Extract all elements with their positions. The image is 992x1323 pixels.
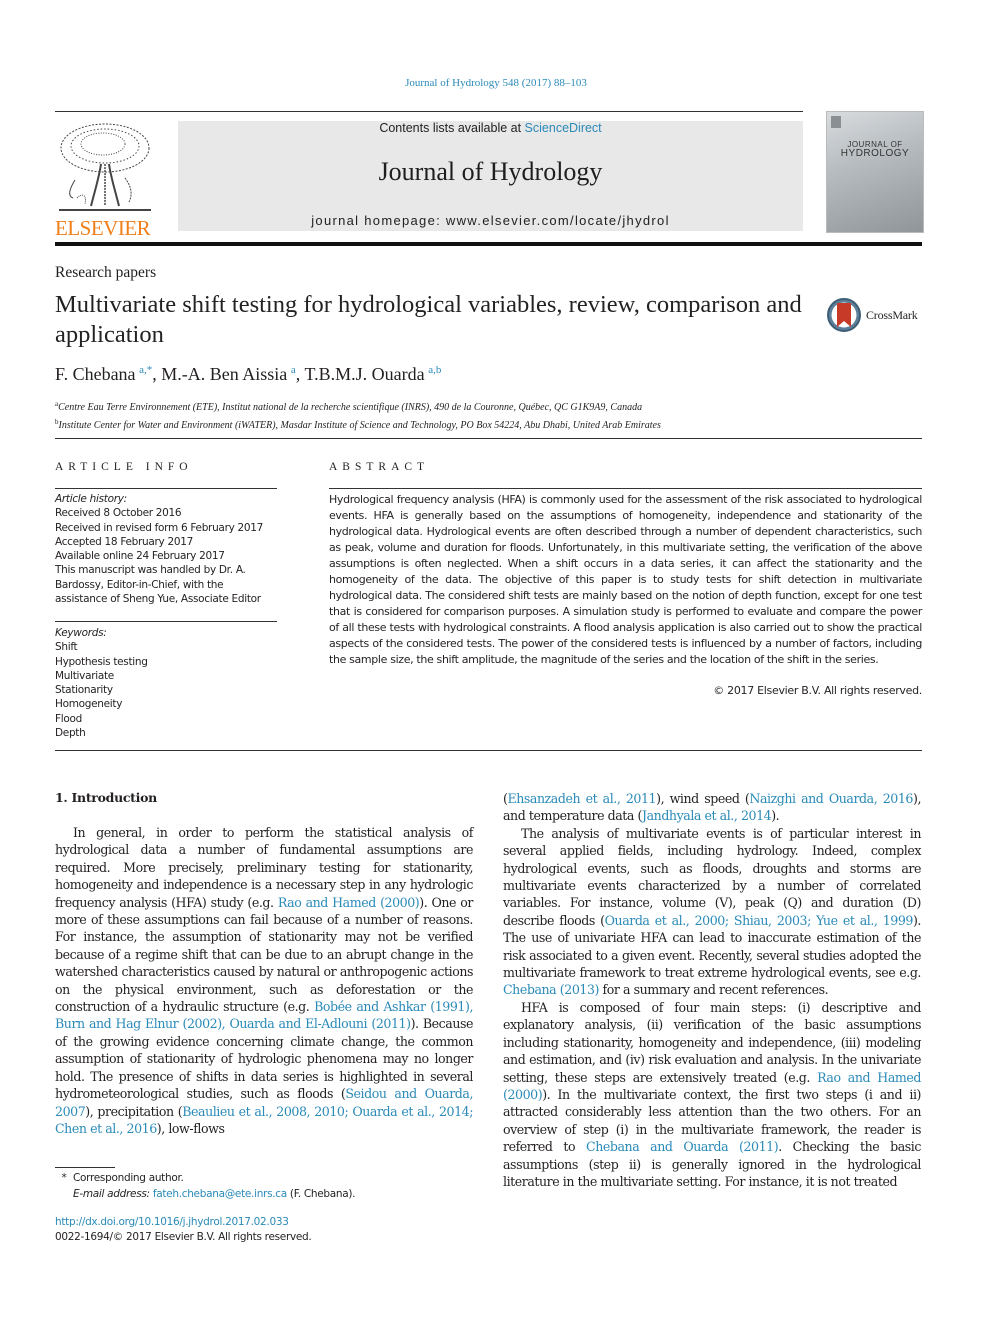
article-history: Article history: Received 8 October 2016…: [55, 492, 277, 606]
citation-link[interactable]: Ouarda et al., 2000; Shiau, 2003; Yue et…: [605, 913, 914, 928]
abstract-heading: ABSTRACT: [329, 461, 430, 473]
citation-link[interactable]: Rao and Hamed (2000): [278, 895, 420, 910]
contents-line: Contents lists available at ScienceDirec…: [178, 121, 803, 135]
section-heading-introduction: 1. Introduction: [55, 790, 157, 805]
keyword-item: Hypothesis testing: [55, 655, 148, 668]
keyword-item: Flood: [55, 712, 82, 725]
history-item: Accepted 18 February 2017: [55, 535, 194, 548]
citation-link[interactable]: Naizghi and Ouarda, 2016: [749, 791, 913, 806]
author-affiliation-mark[interactable]: a,*: [139, 364, 152, 376]
paragraph: The analysis of multivariate events is o…: [503, 825, 921, 999]
header-top-rule: [55, 111, 803, 112]
divider: [55, 621, 277, 622]
text-run: ).: [771, 808, 780, 824]
text-run: ), wind speed (: [656, 791, 750, 806]
paragraph: (Ehsanzadeh et al., 2011), wind speed (N…: [503, 790, 921, 825]
author-list: F. Chebana a,*, M.-A. Ben Aissia a, T.B.…: [55, 364, 442, 384]
contents-prefix: Contents lists available at: [379, 121, 525, 135]
issn-line: 0022-1694/© 2017 Elsevier B.V. All right…: [55, 1231, 312, 1243]
email-suffix: (F. Chebana).: [286, 1188, 356, 1200]
keywords-label: Keywords:: [55, 627, 107, 639]
keyword-item: Stationarity: [55, 684, 113, 697]
text-run: ), low-flows: [156, 1120, 225, 1136]
history-item: Available online 24 February 2017: [55, 550, 225, 563]
email-label: E-mail address:: [73, 1188, 153, 1200]
citation-link[interactable]: Chebana (2013): [503, 982, 599, 997]
history-item: Received 8 October 2016: [55, 507, 182, 520]
citation-link[interactable]: Jandhyala et al., 2014: [642, 808, 772, 823]
header-bottom-rule: [55, 242, 922, 246]
citation-link[interactable]: Chebana and Ouarda (2011): [586, 1139, 779, 1154]
footnote-mark: *: [61, 1172, 67, 1184]
divider: [55, 438, 922, 439]
cover-title: JOURNAL OF HYDROLOGY: [831, 140, 919, 159]
doi-block: http://dx.doi.org/10.1016/j.jhydrol.2017…: [55, 1215, 312, 1245]
keyword-item: Multivariate: [55, 669, 114, 682]
text-run: ), precipitation (: [85, 1103, 183, 1119]
journal-homepage[interactable]: journal homepage: www.elsevier.com/locat…: [178, 213, 803, 228]
elsevier-logo[interactable]: ELSEVIER: [55, 118, 155, 240]
author-name[interactable]: M.-A. Ben Aissia: [161, 364, 287, 384]
keyword-item: Shift: [55, 641, 78, 654]
journal-cover-image[interactable]: JOURNAL OF HYDROLOGY: [826, 111, 924, 233]
paragraph: HFA is composed of four main steps: (i) …: [503, 999, 921, 1190]
keyword-item: Homogeneity: [55, 698, 123, 711]
sciencedirect-link[interactable]: ScienceDirect: [525, 121, 602, 135]
article-info-heading: ARTICLE INFO: [55, 461, 193, 473]
abstract-copyright: © 2017 Elsevier B.V. All rights reserved…: [713, 684, 922, 697]
citation-link[interactable]: Ehsanzadeh et al., 2011: [507, 791, 656, 806]
affiliation-text: Centre Eau Terre Environnement (ETE), In…: [58, 402, 643, 413]
footnote-text: Corresponding author.: [73, 1172, 184, 1184]
email-link[interactable]: fateh.chebana@ete.inrs.ca: [153, 1188, 287, 1200]
affiliation-text: Institute Center for Water and Environme…: [58, 420, 661, 431]
cover-title-line2: HYDROLOGY: [840, 148, 910, 159]
section-type: Research papers: [55, 264, 157, 281]
crossmark-button[interactable]: CrossMark: [826, 296, 926, 334]
email-note: E-mail address: fateh.chebana@ete.inrs.c…: [55, 1186, 356, 1202]
elsevier-tree-icon: [59, 123, 151, 211]
divider: [329, 488, 922, 489]
footnote-rule: [55, 1167, 115, 1168]
affiliation-item: bInstitute Center for Water and Environm…: [55, 415, 661, 433]
divider: [55, 750, 922, 751]
journal-name[interactable]: Journal of Hydrology: [178, 157, 803, 187]
doi-link[interactable]: http://dx.doi.org/10.1016/j.jhydrol.2017…: [55, 1215, 311, 1230]
keyword-item: Depth: [55, 727, 86, 740]
author-name[interactable]: F. Chebana: [55, 364, 136, 384]
paragraph: In general, in order to perform the stat…: [55, 824, 473, 1137]
keywords-list: Keywords: Shift Hypothesis testing Multi…: [55, 626, 277, 740]
author-name[interactable]: T.B.M.J. Ouarda: [304, 364, 424, 384]
journal-reference-link[interactable]: Journal of Hydrology 548 (2017) 88–103: [0, 77, 992, 89]
text-run: ). One or more of these assumptions can …: [55, 894, 473, 1015]
elsevier-wordmark: ELSEVIER: [55, 216, 151, 240]
body-column-right: (Ehsanzadeh et al., 2011), wind speed (N…: [503, 790, 921, 1190]
text-run: for a summary and recent references.: [598, 982, 829, 998]
journal-ref-text[interactable]: Journal of Hydrology 548 (2017) 88–103: [405, 77, 587, 89]
affiliations: aCentre Eau Terre Environnement (ETE), I…: [55, 397, 661, 433]
history-item: This manuscript was handled by Dr. A. Ba…: [55, 564, 261, 606]
abstract-text: Hydrological frequency analysis (HFA) is…: [329, 493, 922, 666]
body-column-left: In general, in order to perform the stat…: [55, 824, 473, 1137]
footnote: * Corresponding author. E-mail address: f…: [55, 1170, 356, 1202]
corresponding-author-note: * Corresponding author.: [55, 1170, 355, 1186]
divider: [55, 488, 277, 489]
crossmark-label: CrossMark: [866, 307, 918, 322]
journal-header-banner: Contents lists available at ScienceDirec…: [178, 121, 803, 231]
crossmark-icon: [827, 298, 861, 332]
author-affiliation-mark[interactable]: a,b: [428, 364, 441, 376]
cover-publisher-mark: [831, 116, 841, 128]
history-item: Received in revised form 6 February 2017: [55, 521, 264, 534]
affiliation-item: aCentre Eau Terre Environnement (ETE), I…: [55, 397, 661, 415]
article-title: Multivariate shift testing for hydrologi…: [55, 291, 802, 348]
history-label: Article history:: [55, 493, 127, 505]
